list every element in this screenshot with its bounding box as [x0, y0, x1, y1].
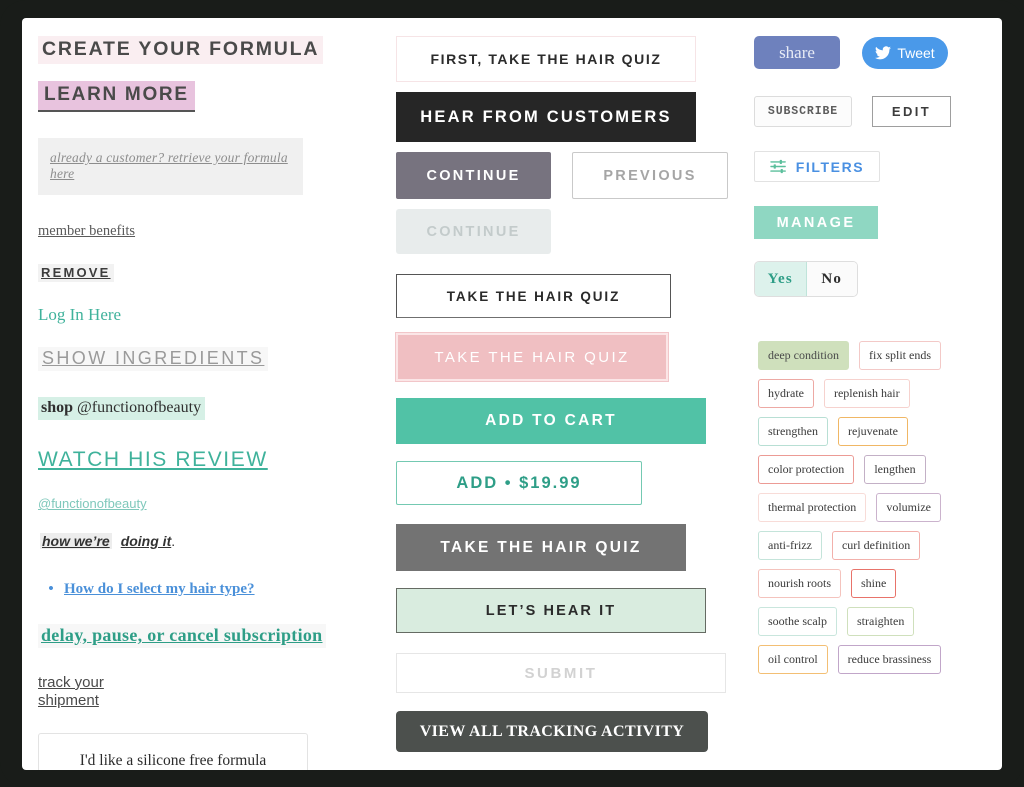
chip-rejuvenate[interactable]: rejuvenate [838, 417, 908, 446]
doing-it-link[interactable]: doing it [121, 533, 172, 549]
continue-previous-row: CONTINUE PREVIOUS [396, 152, 728, 199]
faq-select-hair-type-link[interactable]: How do I select my hair type? [64, 581, 255, 598]
take-hair-quiz-pink-button[interactable]: TAKE THE HAIR QUIZ [395, 332, 669, 382]
hear-from-customers-button[interactable]: HEAR FROM CUSTOMERS [396, 92, 696, 142]
screenshot-frame: CREATE YOUR FORMULA LEARN MORE already a… [0, 0, 1024, 787]
create-your-formula-link[interactable]: CREATE YOUR FORMULA [38, 36, 324, 64]
learn-more-row: LEARN MORE [38, 68, 390, 112]
chip-fix-split-ends[interactable]: fix split ends [858, 341, 941, 370]
functionofbeauty-handle-link[interactable]: @functionofbeauty [38, 496, 147, 511]
three-column-layout: CREATE YOUR FORMULA LEARN MORE already a… [22, 18, 1002, 770]
left-column: CREATE YOUR FORMULA LEARN MORE already a… [38, 36, 390, 770]
filters-label: FILTERS [795, 158, 865, 175]
submit-button: SUBMIT [396, 653, 726, 693]
twitter-bird-icon [875, 45, 892, 60]
log-in-here-link[interactable]: Log In Here [38, 305, 121, 325]
yes-option[interactable]: Yes [755, 262, 807, 296]
create-formula-row: CREATE YOUR FORMULA [38, 36, 390, 64]
chip-oil-control[interactable]: oil control [758, 645, 828, 674]
hair-goal-chip-list: deep condition fix split ends hydrate reple… [758, 341, 980, 674]
member-benefits-row: member benefits [38, 195, 390, 240]
take-hair-quiz-gray-button[interactable]: TAKE THE HAIR QUIZ [396, 524, 686, 571]
track-your-shipment-link[interactable]: track your shipment [38, 674, 104, 711]
chip-reduce-brassiness[interactable]: reduce brassiness [837, 645, 942, 674]
watch-review-row: WATCH HIS REVIEW [38, 420, 390, 472]
chip-replenish-hair[interactable]: replenish hair [823, 379, 910, 408]
how-were-doing-it-row: how we’re doing it. [40, 533, 390, 551]
chip-curl-definition[interactable]: curl definition [831, 531, 921, 560]
twitter-tweet-button[interactable]: Tweet [862, 36, 948, 69]
subscribe-edit-row: SUBSCRIBE EDIT [754, 96, 988, 127]
previous-button[interactable]: PREVIOUS [572, 152, 728, 199]
show-ingredients-row: SHOW INGREDIENTS [38, 325, 390, 371]
remove-row: REMOVE [38, 240, 390, 282]
chip-anti-frizz[interactable]: anti-frizz [758, 531, 822, 560]
chip-straighten[interactable]: straighten [847, 607, 915, 636]
remove-link[interactable]: REMOVE [38, 264, 114, 282]
silicone-card-title: I'd like a silicone free formula [79, 751, 267, 769]
tweet-label: Tweet [897, 44, 935, 61]
chip-thermal-protection[interactable]: thermal protection [758, 493, 867, 522]
shop-handle: @functionofbeauty [77, 399, 202, 416]
sliders-icon [770, 159, 787, 174]
take-hair-quiz-outline-button[interactable]: TAKE THE HAIR QUIZ [396, 274, 671, 318]
learn-more-link[interactable]: LEARN MORE [38, 81, 195, 112]
handle-row: @functionofbeauty [38, 472, 390, 513]
chip-volumize[interactable]: volumize [876, 493, 941, 522]
edit-button[interactable]: EDIT [872, 96, 951, 127]
track-shipment-row: track your shipment [38, 648, 390, 711]
shop-functionofbeauty-link[interactable]: shop @functionofbeauty [38, 397, 206, 420]
chip-hydrate[interactable]: hydrate [758, 379, 814, 408]
period-text: . [171, 533, 176, 549]
chip-nourish-roots[interactable]: nourish roots [758, 569, 841, 598]
view-all-tracking-activity-button[interactable]: VIEW ALL TRACKING ACTIVITY [396, 711, 708, 752]
button-stack: FIRST, TAKE THE HAIR QUIZ HEAR FROM CUST… [395, 36, 728, 752]
first-take-hair-quiz-button[interactable]: FIRST, TAKE THE HAIR QUIZ [396, 36, 696, 82]
continue-button[interactable]: CONTINUE [396, 152, 551, 199]
member-benefits-link[interactable]: member benefits [38, 223, 135, 240]
filters-button[interactable]: FILTERS [754, 151, 880, 182]
chip-shine[interactable]: shine [851, 569, 897, 598]
shop-label: shop [41, 399, 74, 416]
chip-lengthen[interactable]: lengthen [864, 455, 926, 484]
log-in-row: Log In Here [38, 282, 390, 325]
middle-column: FIRST, TAKE THE HAIR QUIZ HEAR FROM CUST… [390, 36, 728, 770]
shop-row: shop @functionofbeauty [38, 371, 390, 420]
faq-row: • How do I select my hair type? [38, 580, 390, 598]
social-row: share Tweet [754, 36, 988, 69]
how-were-link[interactable]: how we’re [40, 533, 112, 549]
watch-his-review-link[interactable]: WATCH HIS REVIEW [38, 448, 268, 472]
retrieve-formula-link[interactable]: already a customer? retrieve your formul… [38, 138, 303, 195]
subscribe-button[interactable]: SUBSCRIBE [754, 96, 852, 127]
right-column: share Tweet SUBSCRIBE EDIT FILTERS MANAG… [728, 36, 988, 770]
add-price-button[interactable]: ADD • $19.99 [396, 461, 642, 505]
yes-no-toggle: Yes No [754, 261, 858, 297]
continue-button-disabled: CONTINUE [396, 209, 551, 254]
filters-row: FILTERS [754, 151, 988, 182]
manage-button[interactable]: MANAGE [754, 206, 878, 239]
page-canvas: CREATE YOUR FORMULA LEARN MORE already a… [22, 18, 1002, 770]
manage-row: MANAGE [754, 206, 988, 239]
chip-color-protection[interactable]: color protection [758, 455, 855, 484]
facebook-share-button[interactable]: share [754, 36, 840, 69]
lets-hear-it-button[interactable]: LET’S HEAR IT [396, 588, 706, 633]
silicone-free-card[interactable]: I'd like a silicone free formula * Silic… [38, 732, 308, 770]
yes-no-row: Yes No [754, 261, 988, 297]
add-to-cart-button[interactable]: ADD TO CART [396, 398, 706, 444]
no-option[interactable]: No [806, 262, 857, 296]
delay-pause-cancel-subscription-link[interactable]: delay, pause, or cancel subscription [38, 624, 326, 648]
bullet-icon: • [48, 580, 54, 597]
show-ingredients-link[interactable]: SHOW INGREDIENTS [38, 347, 269, 371]
chip-strengthen[interactable]: strengthen [758, 417, 828, 446]
delay-pause-cancel-row: delay, pause, or cancel subscription [38, 598, 390, 648]
chip-deep-condition[interactable]: deep condition [758, 341, 849, 370]
chip-soothe-scalp[interactable]: soothe scalp [758, 607, 837, 636]
